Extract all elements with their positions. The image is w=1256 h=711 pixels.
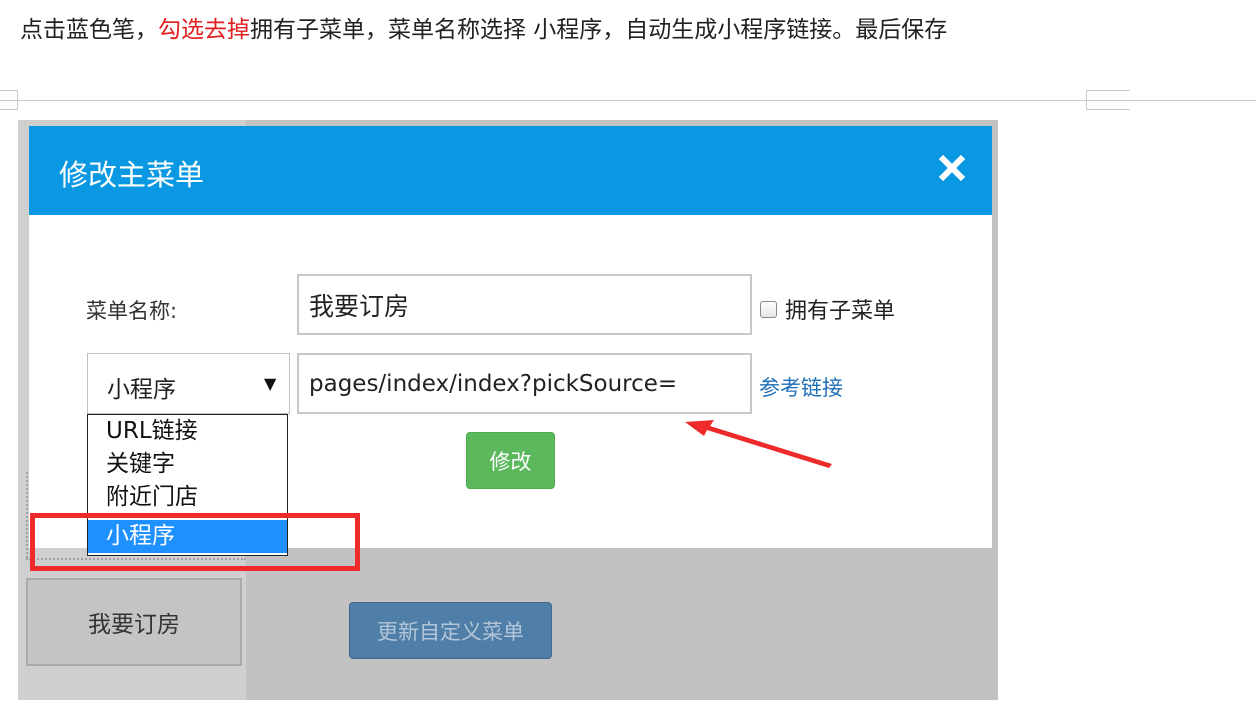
pointer-arrow-icon — [685, 420, 832, 468]
has-submenu-checkbox[interactable] — [760, 300, 777, 318]
selection-dots-vertical — [26, 472, 28, 558]
close-icon[interactable] — [934, 150, 970, 186]
embedded-screenshot: 我要订房 更新自定义菜单 修改主菜单 菜单名称: 我要订房 拥有子菜单 小程序 … — [18, 120, 998, 700]
modal-title: 修改主菜单 — [59, 158, 205, 192]
table-marker-right — [1086, 90, 1130, 110]
modify-button[interactable]: 修改 — [466, 432, 555, 489]
highlight-box — [30, 513, 360, 571]
instruction-part-3: 拥有子菜单，菜单名称选择 小程序，自动生成小程序链接。最后保存 — [250, 17, 948, 43]
menu-type-select[interactable]: 小程序 ▼ — [87, 353, 290, 414]
menu-item-button[interactable]: 我要订房 — [26, 578, 242, 666]
has-submenu-toggle[interactable]: 拥有子菜单 — [760, 293, 895, 325]
dropdown-option-url[interactable]: URL链接 — [88, 415, 287, 448]
instruction-part-1: 点击蓝色笔， — [20, 17, 158, 43]
page-divider — [0, 100, 1256, 101]
mini-program-link-input[interactable]: pages/index/index?pickSource= — [297, 353, 752, 414]
menu-name-input[interactable]: 我要订房 — [297, 274, 752, 335]
menu-name-label: 菜单名称: — [86, 299, 178, 323]
caret-down-icon: ▼ — [264, 374, 277, 393]
dropdown-option-keyword[interactable]: 关键字 — [88, 448, 287, 481]
table-marker-left — [0, 90, 18, 110]
instruction-text: 点击蓝色笔，勾选去掉拥有子菜单，菜单名称选择 小程序，自动生成小程序链接。最后保… — [20, 12, 1100, 49]
reference-link[interactable]: 参考链接 — [759, 372, 843, 402]
update-custom-menu-button[interactable]: 更新自定义菜单 — [349, 602, 552, 659]
menu-type-value: 小程序 — [107, 377, 176, 403]
dropdown-option-nearby-store[interactable]: 附近门店 — [88, 481, 287, 514]
modal-header: 修改主菜单 — [29, 126, 992, 215]
has-submenu-label: 拥有子菜单 — [785, 299, 896, 324]
instruction-highlight: 勾选去掉 — [158, 17, 250, 43]
